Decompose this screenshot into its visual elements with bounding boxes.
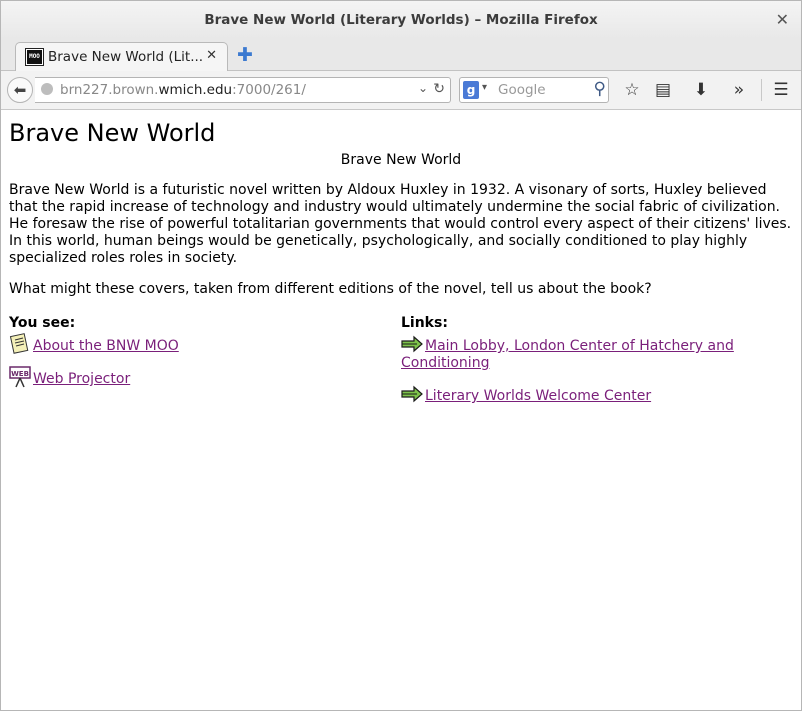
list-item: WEB Web Projector bbox=[9, 366, 401, 388]
links-heading: Links: bbox=[401, 315, 448, 331]
back-button[interactable]: ⬅ bbox=[7, 77, 33, 103]
overflow-chevron-icon[interactable]: » bbox=[728, 80, 750, 100]
window-close-icon[interactable]: ✕ bbox=[776, 10, 789, 29]
title-bar: Brave New World (Literary Worlds) – Mozi… bbox=[1, 1, 801, 39]
browser-window: Brave New World (Literary Worlds) – Mozi… bbox=[0, 0, 802, 711]
search-magnifier-icon[interactable]: ⚲ bbox=[594, 79, 606, 99]
tab-close-icon[interactable]: ✕ bbox=[206, 48, 217, 63]
note-icon bbox=[9, 333, 29, 354]
web-projector-icon: WEB bbox=[9, 366, 31, 388]
back-arrow-icon: ⬅ bbox=[13, 81, 27, 99]
page-heading: Brave New World bbox=[9, 119, 216, 147]
you-see-heading: You see: bbox=[9, 315, 76, 331]
google-engine-icon[interactable]: g bbox=[463, 81, 479, 99]
toolbar-separator bbox=[761, 79, 762, 101]
tab-strip: MOO Brave New World (Lit... ✕ ✚ bbox=[1, 39, 801, 71]
search-placeholder: Google bbox=[498, 82, 546, 98]
url-text: brn227.brown.wmich.edu:7000/261/ bbox=[60, 82, 306, 98]
moo-favicon-icon: MOO bbox=[26, 49, 43, 65]
object-columns: You see: About the BNW MOO WEB Web Proje… bbox=[9, 315, 793, 416]
menu-hamburger-icon[interactable]: ☰ bbox=[770, 80, 792, 100]
tab-label: Brave New World (Lit... bbox=[48, 49, 204, 65]
welcome-center-link[interactable]: Literary Worlds Welcome Center bbox=[425, 388, 651, 404]
url-dropdown-icon[interactable]: ⌄ bbox=[418, 81, 428, 95]
about-bnw-moo-link[interactable]: About the BNW MOO bbox=[33, 338, 179, 354]
exit-arrow-icon bbox=[401, 335, 423, 353]
engine-dropdown-icon[interactable]: ▾ bbox=[482, 82, 487, 93]
web-projector-link[interactable]: Web Projector bbox=[33, 371, 130, 387]
intro-paragraph: Brave New World is a futuristic novel wr… bbox=[9, 182, 792, 266]
page-content: Brave New World Brave New World Brave Ne… bbox=[1, 110, 801, 424]
globe-icon bbox=[41, 83, 53, 95]
bookmark-star-icon[interactable]: ☆ bbox=[621, 80, 643, 100]
window-title: Brave New World (Literary Worlds) – Mozi… bbox=[204, 12, 598, 28]
main-lobby-link[interactable]: Main Lobby, London Center of Hatchery an… bbox=[401, 338, 734, 371]
navigation-bar: ⬅ brn227.brown.wmich.edu:7000/261/ ⌄ ↻ g… bbox=[1, 71, 801, 110]
question-paragraph: What might these covers, taken from diff… bbox=[9, 281, 652, 297]
svg-text:WEB: WEB bbox=[11, 370, 29, 378]
url-bar[interactable]: brn227.brown.wmich.edu:7000/261/ ⌄ ↻ bbox=[35, 77, 451, 103]
page-caption: Brave New World bbox=[340, 152, 462, 168]
reload-icon[interactable]: ↻ bbox=[433, 81, 445, 97]
links-column: Links: Main Lobby, London Center of Hatc… bbox=[401, 315, 793, 416]
downloads-icon[interactable]: ⬇ bbox=[690, 80, 712, 100]
new-tab-plus-icon[interactable]: ✚ bbox=[237, 44, 253, 66]
bookmarks-list-icon[interactable]: ▤ bbox=[652, 80, 674, 100]
list-item: Literary Worlds Welcome Center bbox=[401, 383, 793, 405]
you-see-column: You see: About the BNW MOO WEB Web Proje… bbox=[9, 315, 401, 416]
list-item: Main Lobby, London Center of Hatchery an… bbox=[401, 333, 793, 372]
search-bar[interactable]: g ▾ Google ⚲ bbox=[459, 77, 609, 103]
tab-brave-new-world[interactable]: MOO Brave New World (Lit... ✕ bbox=[15, 42, 228, 71]
list-item: About the BNW MOO bbox=[9, 333, 401, 355]
exit-arrow-icon bbox=[401, 385, 423, 403]
